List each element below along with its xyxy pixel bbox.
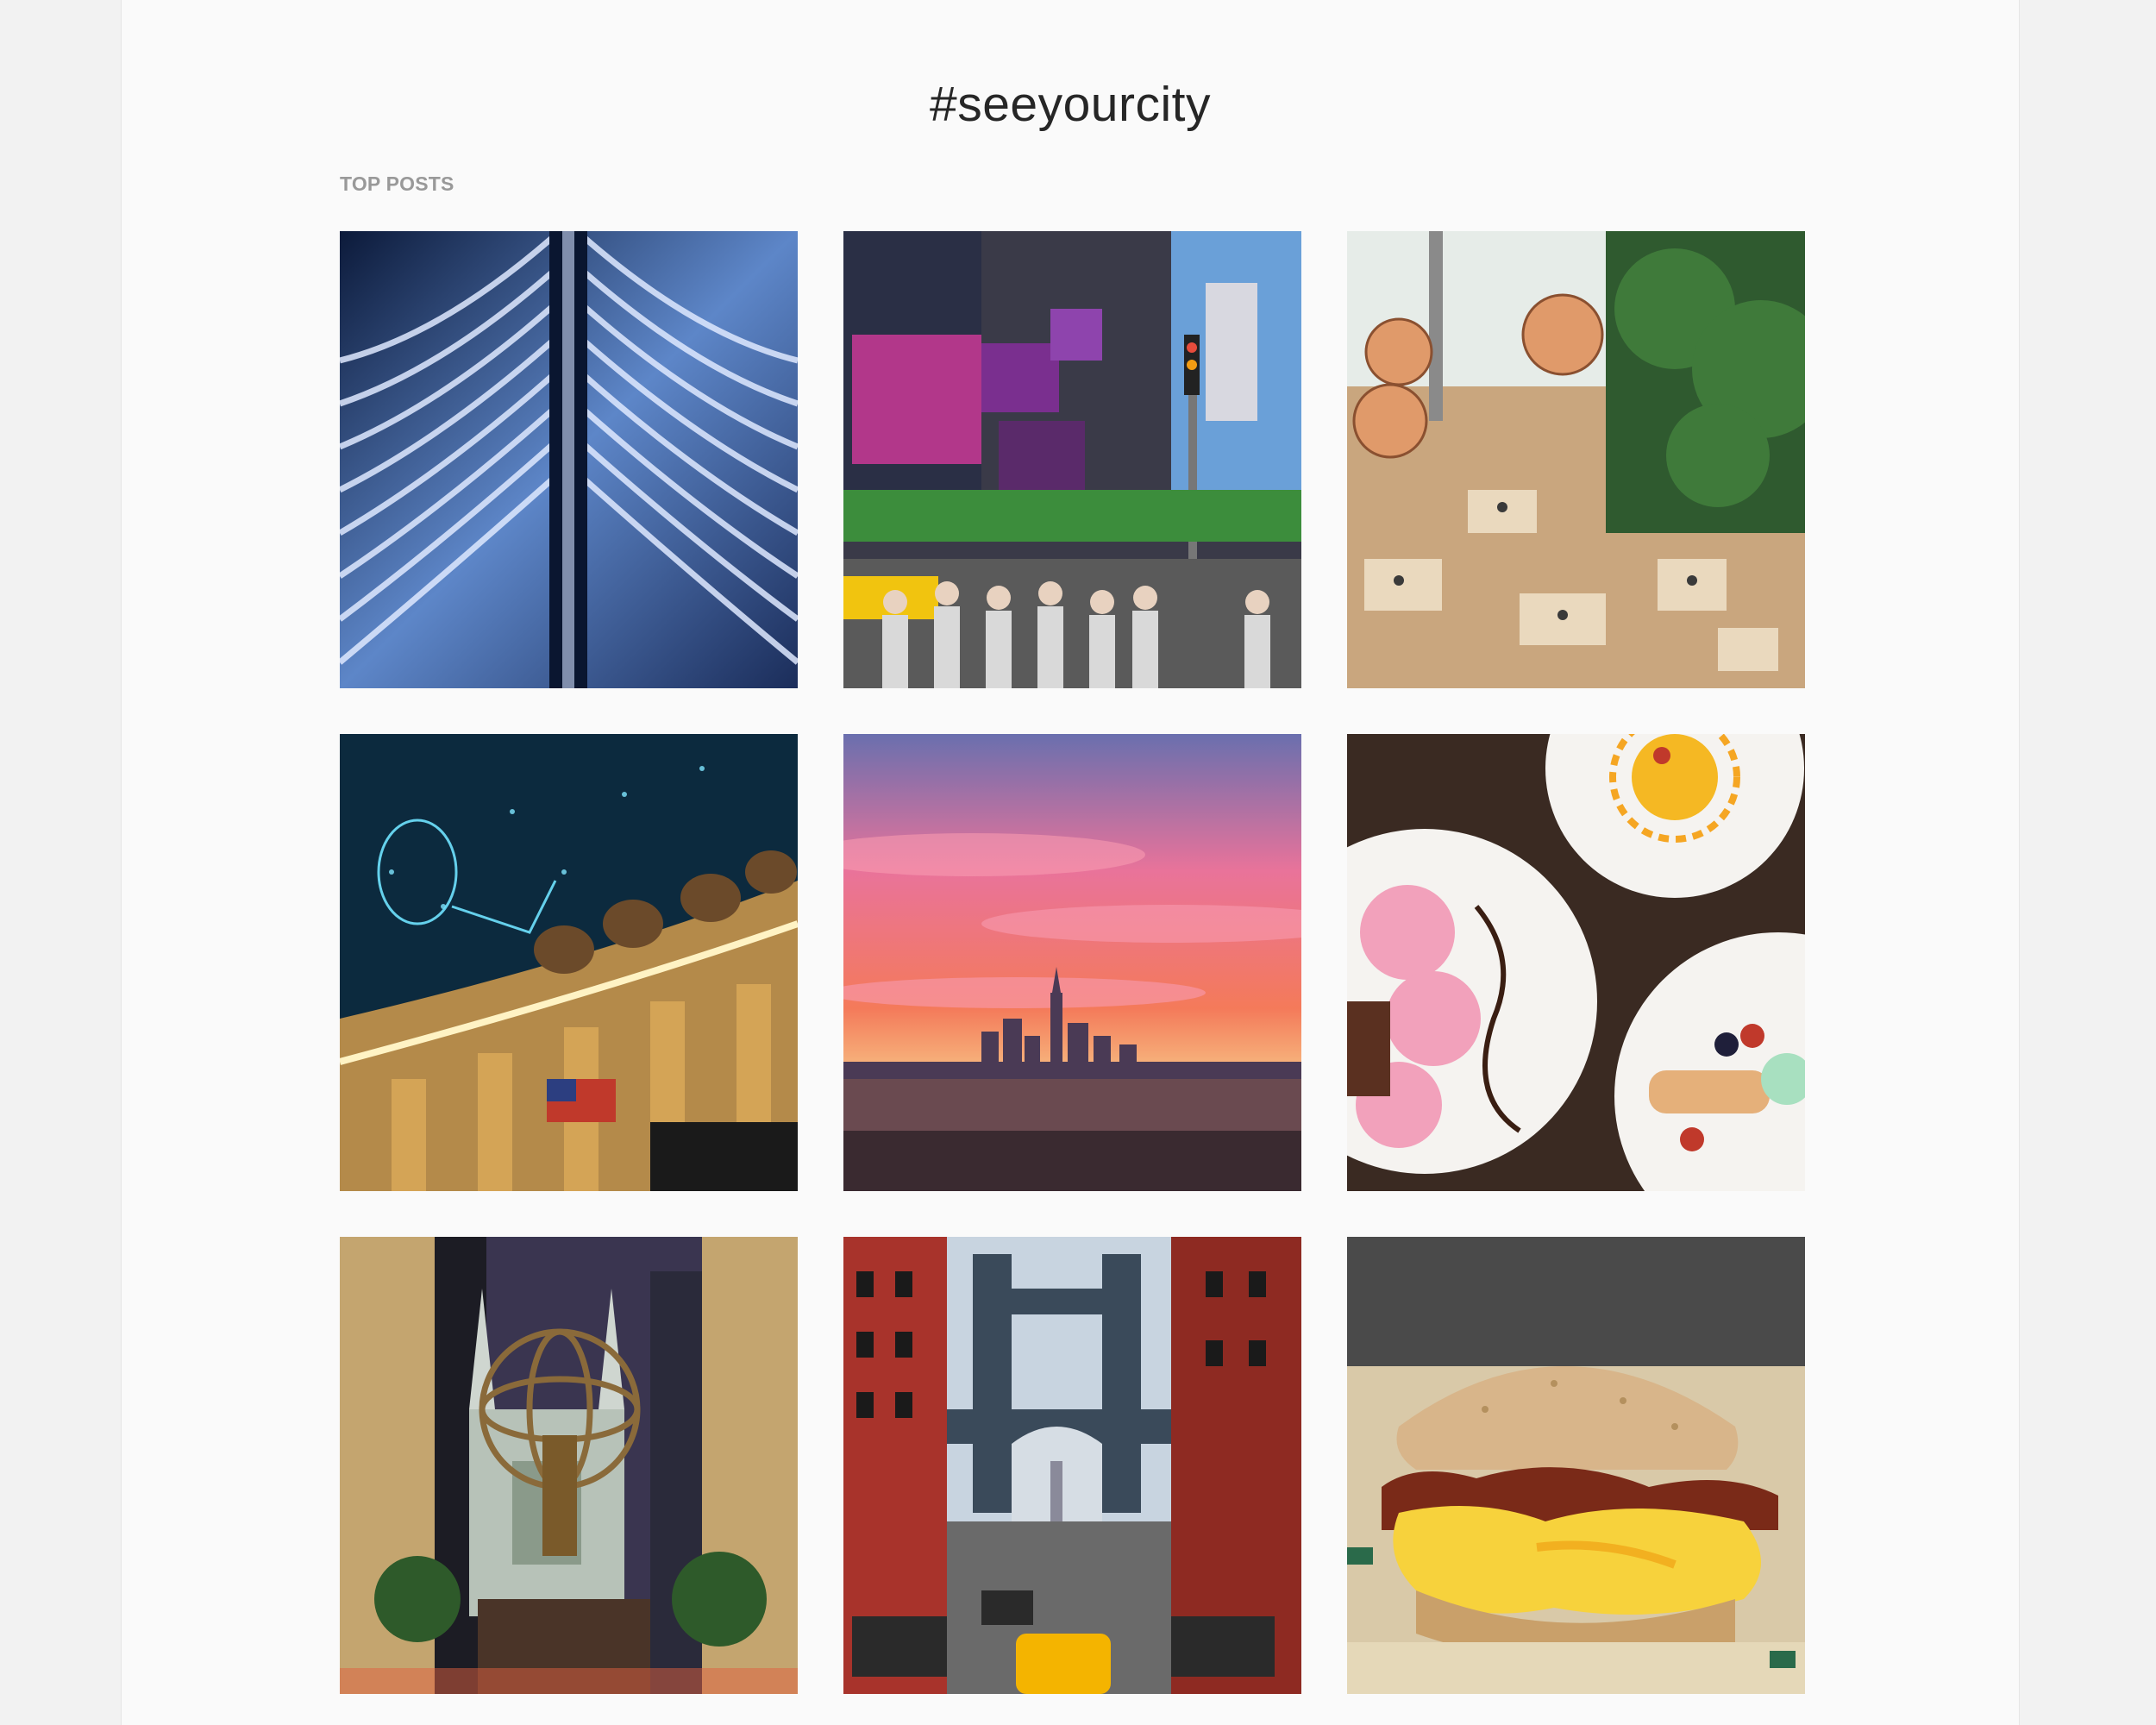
manhattan-bridge-photo <box>843 1237 1301 1694</box>
breakfast-sandwich-photo <box>1347 1237 1805 1694</box>
post-breakfast-sandwich[interactable] <box>1347 1237 1805 1694</box>
post-grand-central[interactable] <box>340 734 798 1191</box>
times-square-photo <box>843 231 1301 688</box>
top-posts-heading: TOP POSTS <box>340 172 454 195</box>
top-posts-grid <box>340 231 1805 1694</box>
post-times-square[interactable] <box>843 231 1301 688</box>
atlas-statue-cathedral-photo <box>340 1237 798 1694</box>
post-sunset-skyline[interactable] <box>843 734 1301 1191</box>
hashtag-page: #seeyourcity TOP POSTS <box>121 0 2020 1725</box>
post-atlas-statue[interactable] <box>340 1237 798 1694</box>
oculus-ribs-photo <box>340 231 798 688</box>
grand-central-ceiling-photo <box>340 734 798 1191</box>
hashtag-title: #seeyourcity <box>930 77 1211 132</box>
restaurant-interior-photo <box>1347 231 1805 688</box>
post-manhattan-bridge[interactable] <box>843 1237 1301 1694</box>
post-desserts[interactable] <box>1347 734 1805 1191</box>
post-oculus[interactable] <box>340 231 798 688</box>
post-restaurant[interactable] <box>1347 231 1805 688</box>
desserts-plates-photo <box>1347 734 1805 1191</box>
sunset-skyline-photo <box>843 734 1301 1191</box>
